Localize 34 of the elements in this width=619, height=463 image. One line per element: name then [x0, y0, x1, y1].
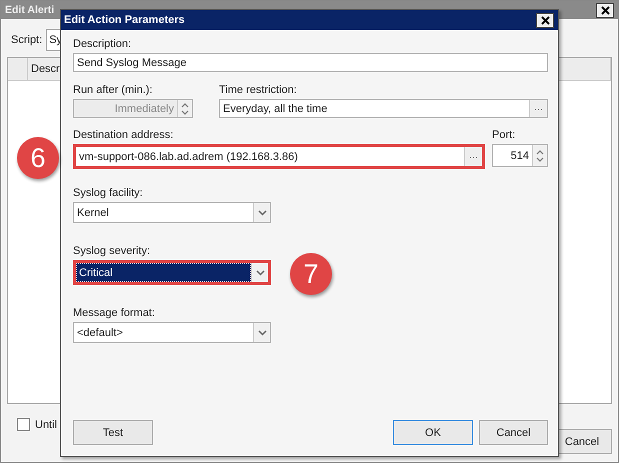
dropdown[interactable]: <default> [73, 322, 271, 343]
field-label: Syslog severity: [73, 245, 152, 257]
chevron-down-icon [256, 270, 264, 276]
spinner-arrows-icon [536, 148, 544, 162]
dialog-button[interactable]: Cancel [479, 420, 548, 445]
dialog-button[interactable]: OK [393, 420, 473, 445]
dialog-title: Edit Action Parameters [64, 14, 185, 26]
chevron-down-icon [258, 210, 266, 216]
browse-button[interactable]: ··· [464, 147, 482, 166]
test-button[interactable]: Test [73, 420, 153, 445]
description-field[interactable]: Send Syslog Message [73, 53, 548, 72]
checkbox[interactable] [17, 418, 30, 431]
dropdown[interactable]: Kernel [73, 202, 271, 223]
field-label: Port: [492, 129, 516, 141]
field-label: Destination address: [73, 129, 174, 141]
destination-field[interactable]: vm-support-086.lab.ad.adrem (192.168.3.86) ··· [73, 144, 485, 169]
port-spinner[interactable]: 514 [492, 144, 548, 167]
close-icon [600, 6, 610, 14]
field-label: Time restriction: [219, 84, 298, 96]
window-title: Edit Alerti [5, 4, 54, 16]
field-label: Description: [73, 38, 132, 50]
close-button[interactable] [596, 2, 614, 18]
spinner-arrows-icon [181, 102, 189, 116]
script-label: Script: [11, 34, 42, 46]
field-label: Syslog facility: [73, 187, 144, 199]
browse-button[interactable]: ··· [529, 100, 547, 117]
dropdown[interactable]: Critical [73, 260, 271, 285]
checkbox-label: Until [35, 418, 58, 430]
field-label: Message format: [73, 307, 156, 319]
chevron-down-icon [258, 330, 266, 336]
close-button[interactable] [536, 12, 554, 28]
field-label: Run after (min.): [73, 84, 154, 96]
time-restriction-field[interactable]: Everyday, all the time ··· [219, 99, 548, 118]
close-icon [540, 16, 550, 24]
